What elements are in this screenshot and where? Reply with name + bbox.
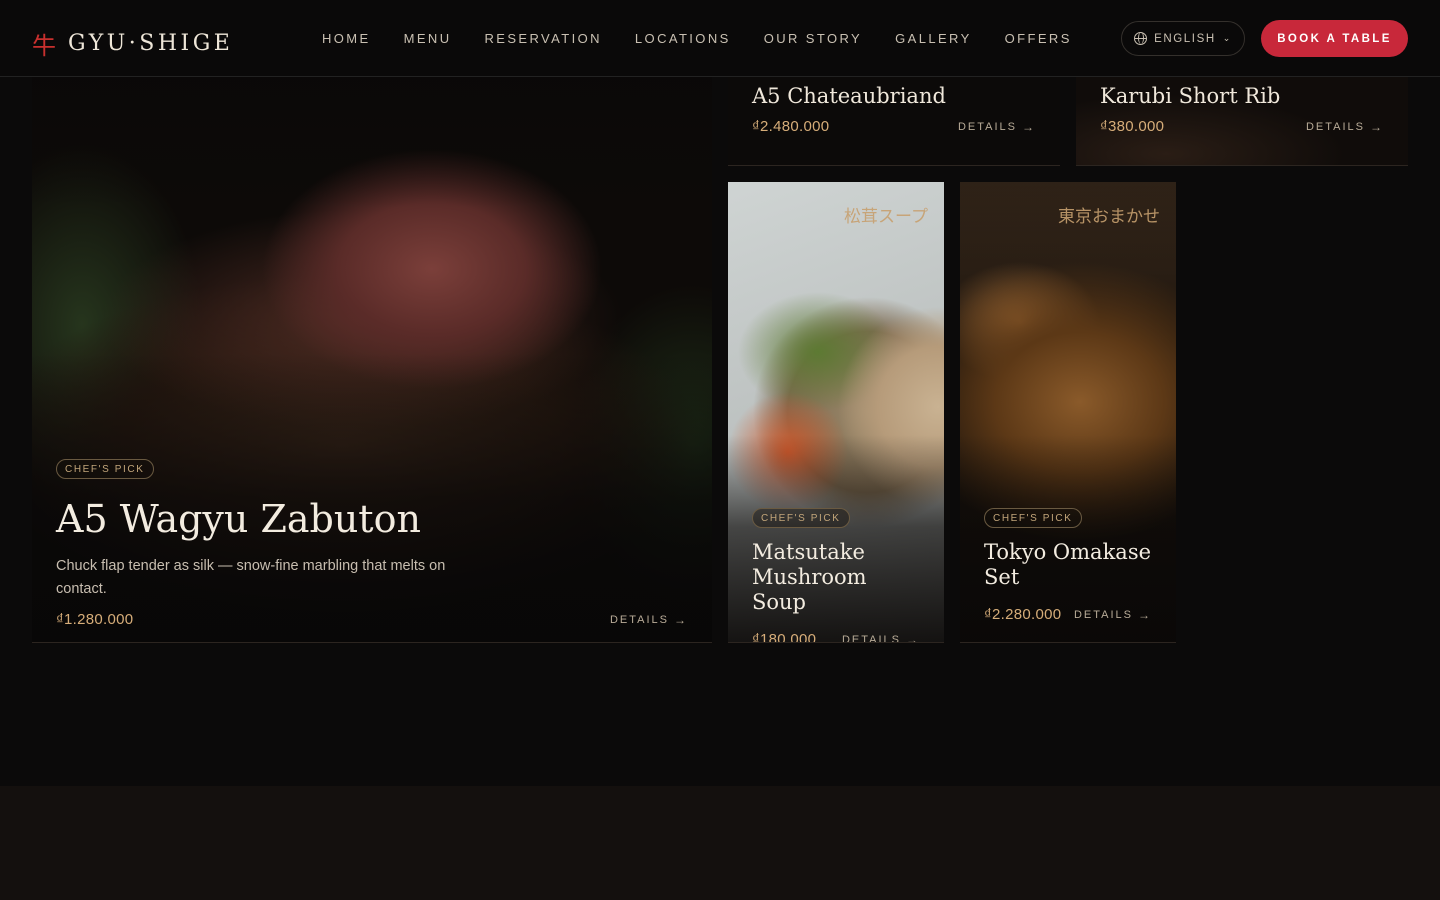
nav-item-gallery[interactable]: GALLERY: [895, 31, 972, 46]
chefs-pick-badge: CHEF'S PICK: [56, 459, 154, 479]
dish-title: Matsutake Mushroom Soup: [752, 540, 867, 614]
dish-title: A5 Wagyu Zabuton: [56, 497, 421, 541]
ox-kanji-logo-icon: 牛: [32, 32, 56, 60]
language-selector[interactable]: ENGLISH ⌄: [1121, 21, 1245, 56]
details-link[interactable]: DETAILS →: [1074, 608, 1152, 622]
arrow-right-icon: →: [1138, 607, 1152, 622]
nav-item-our-story[interactable]: OUR STORY: [764, 31, 862, 46]
dish-price: ₫180.000: [752, 631, 817, 643]
menu-card-chateaubriand[interactable]: A5 Chateaubriand ₫2.480.000 DETAILS →: [728, 64, 1060, 166]
language-label: ENGLISH: [1154, 32, 1216, 45]
japanese-dish-label: 松茸スープ: [844, 207, 928, 227]
details-link[interactable]: DETAILS →: [958, 120, 1036, 134]
card-body: CHEF'S PICK Tokyo Omakase Set ₫2.280.000…: [984, 508, 1152, 623]
book-a-table-button[interactable]: BOOK A TABLE: [1261, 20, 1408, 57]
dish-title: A5 Chateaubriand: [752, 84, 946, 108]
details-link[interactable]: DETAILS →: [842, 632, 920, 643]
main-nav: HOME MENU RESERVATION LOCATIONS OUR STOR…: [322, 31, 1072, 46]
menu-card-featured[interactable]: CHEF'S PICK A5 Wagyu Zabuton Chuck flap …: [32, 64, 712, 643]
card-body: CHEF'S PICK Matsutake Mushroom Soup ₫180…: [752, 508, 920, 643]
globe-icon: [1134, 32, 1148, 45]
dish-price: ₫2.280.000: [984, 606, 1062, 623]
dish-price: ₫1.280.000: [56, 611, 134, 628]
card-body: CHEF'S PICK A5 Wagyu Zabuton Chuck flap …: [56, 459, 688, 628]
nav-item-home[interactable]: HOME: [322, 31, 371, 46]
brand-name: GYU·SHIGE: [68, 31, 234, 56]
details-link[interactable]: DETAILS →: [610, 613, 688, 627]
lower-section-band: [0, 786, 1440, 900]
site-header: 牛 GYU·SHIGE HOME MENU RESERVATION LOCATI…: [0, 0, 1440, 77]
chevron-down-icon: ⌄: [1222, 33, 1232, 43]
dish-title: Karubi Short Rib: [1100, 84, 1281, 108]
dish-description: Chuck flap tender as silk — snow-fine ma…: [56, 558, 446, 597]
nav-item-offers[interactable]: OFFERS: [1005, 31, 1072, 46]
card-body: A5 Chateaubriand ₫2.480.000 DETAILS →: [752, 84, 1036, 135]
dish-price: ₫380.000: [1100, 118, 1165, 135]
page: CHEF'S PICK A5 Wagyu Zabuton Chuck flap …: [0, 0, 1440, 900]
menu-card-tokyo-omakase[interactable]: 東京おまかせ CHEF'S PICK Tokyo Omakase Set ₫2.…: [960, 182, 1176, 643]
nav-item-locations[interactable]: LOCATIONS: [635, 31, 731, 46]
card-body: Karubi Short Rib ₫380.000 DETAILS →: [1100, 84, 1384, 135]
menu-card-matsutake-soup[interactable]: 松茸スープ CHEF'S PICK Matsutake Mushroom Sou…: [728, 182, 944, 643]
arrow-right-icon: →: [1022, 119, 1036, 134]
dish-price: ₫2.480.000: [752, 118, 830, 135]
arrow-right-icon: →: [906, 632, 920, 643]
nav-item-reservation[interactable]: RESERVATION: [485, 31, 602, 46]
chefs-pick-badge: CHEF'S PICK: [752, 508, 850, 528]
arrow-right-icon: →: [674, 612, 688, 627]
brand-logo[interactable]: 牛 GYU·SHIGE: [32, 26, 233, 61]
details-link[interactable]: DETAILS →: [1306, 120, 1384, 134]
arrow-right-icon: →: [1370, 119, 1384, 134]
dish-title: Tokyo Omakase Set: [984, 540, 1152, 589]
menu-card-karubi[interactable]: Karubi Short Rib ₫380.000 DETAILS →: [1076, 64, 1408, 166]
chefs-pick-badge: CHEF'S PICK: [984, 508, 1082, 528]
japanese-dish-label: 東京おまかせ: [1058, 207, 1160, 227]
nav-item-menu[interactable]: MENU: [404, 31, 452, 46]
